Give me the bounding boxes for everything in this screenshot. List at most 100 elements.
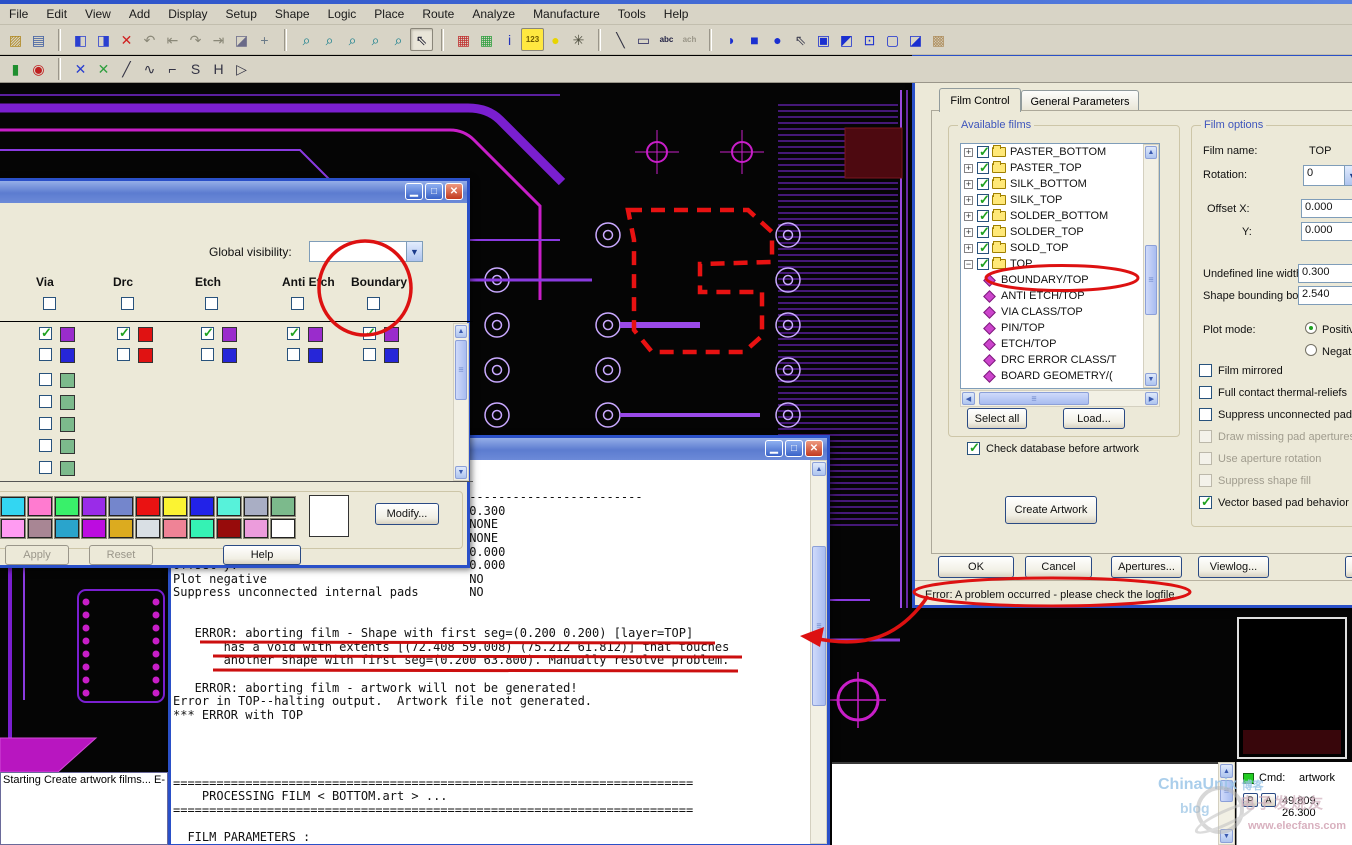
film-layer-etch-top[interactable]: ETCH/TOP — [961, 336, 1159, 352]
layer-color-swatch[interactable] — [222, 348, 237, 363]
film-checkbox[interactable] — [977, 258, 989, 270]
palette-color-swatch[interactable] — [1, 519, 25, 538]
palette-color-swatch[interactable] — [271, 497, 295, 516]
layer-color-swatch[interactable] — [60, 373, 75, 388]
grid-vscrollbar[interactable]: ▲ ▼ — [453, 323, 469, 481]
zoom-previous-icon[interactable]: ⌕ — [387, 28, 410, 51]
film-folder-solder_bottom[interactable]: +SOLDER_BOTTOM — [961, 208, 1159, 224]
film-layer-boundary-top[interactable]: BOUNDARY/TOP — [961, 272, 1159, 288]
tree-hscrollbar[interactable]: ◀ ▶ — [960, 390, 1160, 407]
expand-icon[interactable]: + — [964, 212, 973, 221]
save-icon[interactable]: ▤ — [27, 28, 50, 51]
expand-icon[interactable]: + — [964, 244, 973, 253]
maximize-icon[interactable]: □ — [785, 440, 803, 457]
chevron-down-icon[interactable]: ▼ — [1344, 166, 1352, 185]
scroll-thumb[interactable] — [812, 546, 826, 706]
select-shape-icon[interactable]: ⇖ — [789, 28, 812, 51]
layer-color-swatch[interactable] — [138, 348, 153, 363]
viewlog-button[interactable]: Viewlog... — [1198, 556, 1269, 578]
layer-visibility-checkbox[interactable] — [39, 348, 52, 361]
palette-color-swatch[interactable] — [217, 497, 241, 516]
create-artwork-button[interactable]: Create Artwork — [1005, 496, 1097, 524]
scroll-thumb[interactable] — [1145, 245, 1157, 315]
film-folder-silk_bottom[interactable]: +SILK_BOTTOM — [961, 176, 1159, 192]
highlight-icon[interactable]: ● — [544, 28, 567, 51]
shape-merge-icon[interactable]: ◪ — [904, 28, 927, 51]
scroll-up-icon[interactable]: ▲ — [455, 325, 467, 338]
option-checkbox-full-contact-thermal-reliefs[interactable] — [1199, 386, 1212, 399]
layer-visibility-checkbox[interactable] — [287, 327, 300, 340]
layer-visibility-checkbox[interactable] — [363, 348, 376, 361]
menu-help[interactable]: Help — [655, 5, 698, 23]
zoom-points-icon[interactable]: ⌕ — [295, 28, 318, 51]
plot-mode-negative-radio[interactable] — [1305, 344, 1317, 356]
layer-visibility-checkbox[interactable] — [117, 327, 130, 340]
undefined-line-width-input[interactable]: 0.300 — [1298, 264, 1352, 283]
option-checkbox-vector-based-pad-behavior[interactable] — [1199, 496, 1212, 509]
delete-vertex-icon[interactable]: ✕ — [92, 58, 115, 81]
log-vscrollbar[interactable]: ▲ — [810, 460, 827, 844]
expand-icon[interactable]: + — [964, 148, 973, 157]
offset-x-input[interactable]: 0.000 — [1301, 199, 1352, 218]
assign-color-icon[interactable]: ✳ — [567, 28, 590, 51]
redo-icon[interactable]: ↷ — [184, 28, 207, 51]
film-layer-via-class-top[interactable]: VIA CLASS/TOP — [961, 304, 1159, 320]
zoom-pointer-icon[interactable]: ⇖ — [410, 28, 433, 51]
palette-color-swatch[interactable] — [163, 519, 187, 538]
menu-file[interactable]: File — [0, 5, 37, 23]
film-checkbox[interactable] — [977, 162, 989, 174]
minimize-icon[interactable]: ▁ — [405, 183, 423, 200]
rotation-select[interactable]: 0 ▼ — [1303, 165, 1352, 186]
palette-color-swatch[interactable] — [1, 497, 25, 516]
option-checkbox-suppress-unconnected-pads[interactable] — [1199, 408, 1212, 421]
scroll-thumb[interactable] — [1220, 780, 1233, 802]
close-icon[interactable]: ✕ — [805, 440, 823, 457]
expand-icon[interactable]: + — [964, 164, 973, 173]
column-visibility-checkbox[interactable] — [367, 297, 380, 310]
undo-all-icon[interactable]: ⇤ — [161, 28, 184, 51]
apertures-button[interactable]: Apertures... — [1111, 556, 1182, 578]
film-folder-solder_top[interactable]: +SOLDER_TOP — [961, 224, 1159, 240]
column-visibility-checkbox[interactable] — [205, 297, 218, 310]
redo-all-icon[interactable]: ⇥ — [207, 28, 230, 51]
film-checkbox[interactable] — [977, 194, 989, 206]
shape-circle-icon[interactable]: ● — [766, 28, 789, 51]
menu-display[interactable]: Display — [159, 5, 216, 23]
option-checkbox-use-aperture-rotation[interactable] — [1199, 452, 1212, 465]
layer-color-swatch[interactable] — [60, 395, 75, 410]
scroll-left-icon[interactable]: ◀ — [962, 392, 975, 405]
shape-edit-boundary-icon[interactable]: ⊡ — [858, 28, 881, 51]
layer-color-swatch[interactable] — [60, 417, 75, 432]
color-dialog-icon[interactable]: ▦ — [452, 28, 475, 51]
column-visibility-checkbox[interactable] — [121, 297, 134, 310]
fix-icon[interactable]: ◪ — [230, 28, 253, 51]
film-tree[interactable]: +PASTER_BOTTOM+PASTER_TOP+SILK_BOTTOM+SI… — [960, 143, 1160, 389]
option-checkbox-film-mirrored[interactable] — [1199, 364, 1212, 377]
menu-edit[interactable]: Edit — [37, 5, 76, 23]
partial-button[interactable] — [1345, 556, 1352, 578]
shape-delete-islands-icon[interactable]: ▢ — [881, 28, 904, 51]
plot-mode-positive-radio[interactable] — [1305, 322, 1317, 334]
palette-color-swatch[interactable] — [244, 519, 268, 538]
swap-icon[interactable]: S — [184, 58, 207, 81]
layer-visibility-checkbox[interactable] — [39, 373, 52, 386]
help-button[interactable]: Help — [223, 545, 301, 565]
current-color-swatch[interactable] — [309, 495, 349, 537]
palette-color-swatch[interactable] — [217, 519, 241, 538]
layer-visibility-checkbox[interactable] — [39, 461, 52, 474]
layer-color-swatch[interactable] — [384, 327, 399, 342]
menu-analyze[interactable]: Analyze — [463, 5, 524, 23]
menu-add[interactable]: Add — [120, 5, 159, 23]
command-window[interactable]: Starting Create artwork films... E- artw… — [0, 772, 168, 845]
menu-shape[interactable]: Shape — [266, 5, 319, 23]
show-element-icon[interactable]: ▮ — [4, 58, 27, 81]
column-visibility-checkbox[interactable] — [43, 297, 56, 310]
reset-button[interactable]: Reset — [89, 545, 153, 565]
add-vertex-icon[interactable]: ✕ — [69, 58, 92, 81]
palette-color-swatch[interactable] — [82, 519, 106, 538]
scroll-up-icon[interactable]: ▲ — [1220, 764, 1233, 778]
unfix-icon[interactable]: + — [253, 28, 276, 51]
palette-color-swatch[interactable] — [55, 519, 79, 538]
menu-setup[interactable]: Setup — [217, 5, 266, 23]
film-layer-pin-top[interactable]: PIN/TOP — [961, 320, 1159, 336]
